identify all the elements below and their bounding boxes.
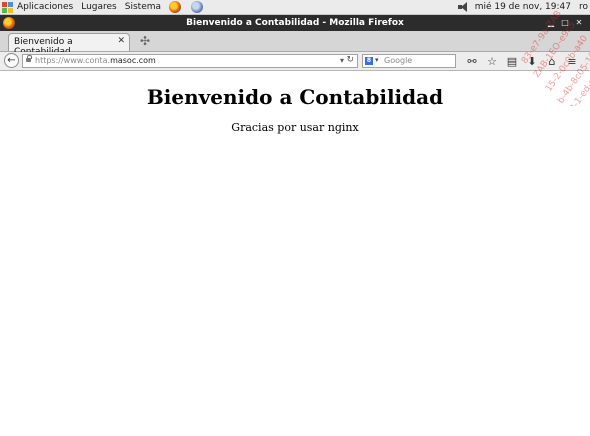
close-window-icon[interactable]: ✕ [572,15,586,31]
url-bar[interactable]: https://www.conta.masoc.com ▾ ↻ [22,54,358,68]
window-titlebar: Bienvenido a Contabilidad - Mozilla Fire… [0,15,590,31]
panel-clock[interactable]: mié 19 de nov, 19:47 [475,2,571,12]
tab-strip: Bienvenido a Contabilidad ✕ ✣ [0,31,590,57]
menu-applications[interactable]: Aplicaciones [17,0,73,14]
lock-icon [26,55,32,62]
home-icon[interactable]: ⌂ [542,52,562,70]
new-tab-icon[interactable]: ✣ [139,35,151,47]
url-host: masoc.com [110,56,156,65]
clipboard-icon[interactable]: ▤ [502,52,522,70]
navigation-toolbar: ← https://www.conta.masoc.com ▾ ↻ 8 ▾ Go… [0,52,590,71]
user-menu[interactable]: ro [579,2,588,12]
top-panel: Aplicaciones Lugares Sistema mié 19 de n… [0,0,590,15]
menu-system[interactable]: Sistema [125,0,161,14]
reload-icon[interactable]: ↻ [346,55,354,65]
search-placeholder: Google [384,56,413,65]
page-content: Bienvenido a Contabilidad Gracias por us… [0,71,590,436]
tab-close-icon[interactable]: ✕ [117,36,125,46]
volume-icon[interactable] [457,2,469,12]
tab-active[interactable]: Bienvenido a Contabilidad ✕ [8,33,130,57]
menu-icon[interactable]: ≡ [562,52,582,70]
bookmark-star-icon[interactable]: ☆ [482,52,502,70]
applications-icon [2,1,13,13]
page-heading: Bienvenido a Contabilidad [146,85,444,109]
firefox-launcher-icon[interactable] [169,1,182,13]
url-text: https://www.conta.masoc.com [35,56,156,65]
maximize-icon[interactable]: □ [558,15,572,31]
menu-places[interactable]: Lugares [81,0,117,14]
url-dropdown-icon[interactable]: ▾ [340,56,344,65]
window-title: Bienvenido a Contabilidad - Mozilla Fire… [186,18,404,28]
binoculars-icon[interactable]: ⚯ [462,52,482,70]
page-body-text: Gracias por usar nginx [231,121,359,134]
minimize-icon[interactable]: ▁ [544,15,558,31]
url-scheme: https://www.conta. [35,56,111,65]
search-bar[interactable]: 8 ▾ Google [362,54,456,68]
back-button[interactable]: ← [4,53,19,68]
download-icon[interactable]: ⬇ [522,52,542,70]
google-icon[interactable]: 8 [365,57,373,65]
mail-launcher-icon[interactable] [191,1,204,13]
engine-dropdown-icon[interactable]: ▾ [375,56,379,64]
